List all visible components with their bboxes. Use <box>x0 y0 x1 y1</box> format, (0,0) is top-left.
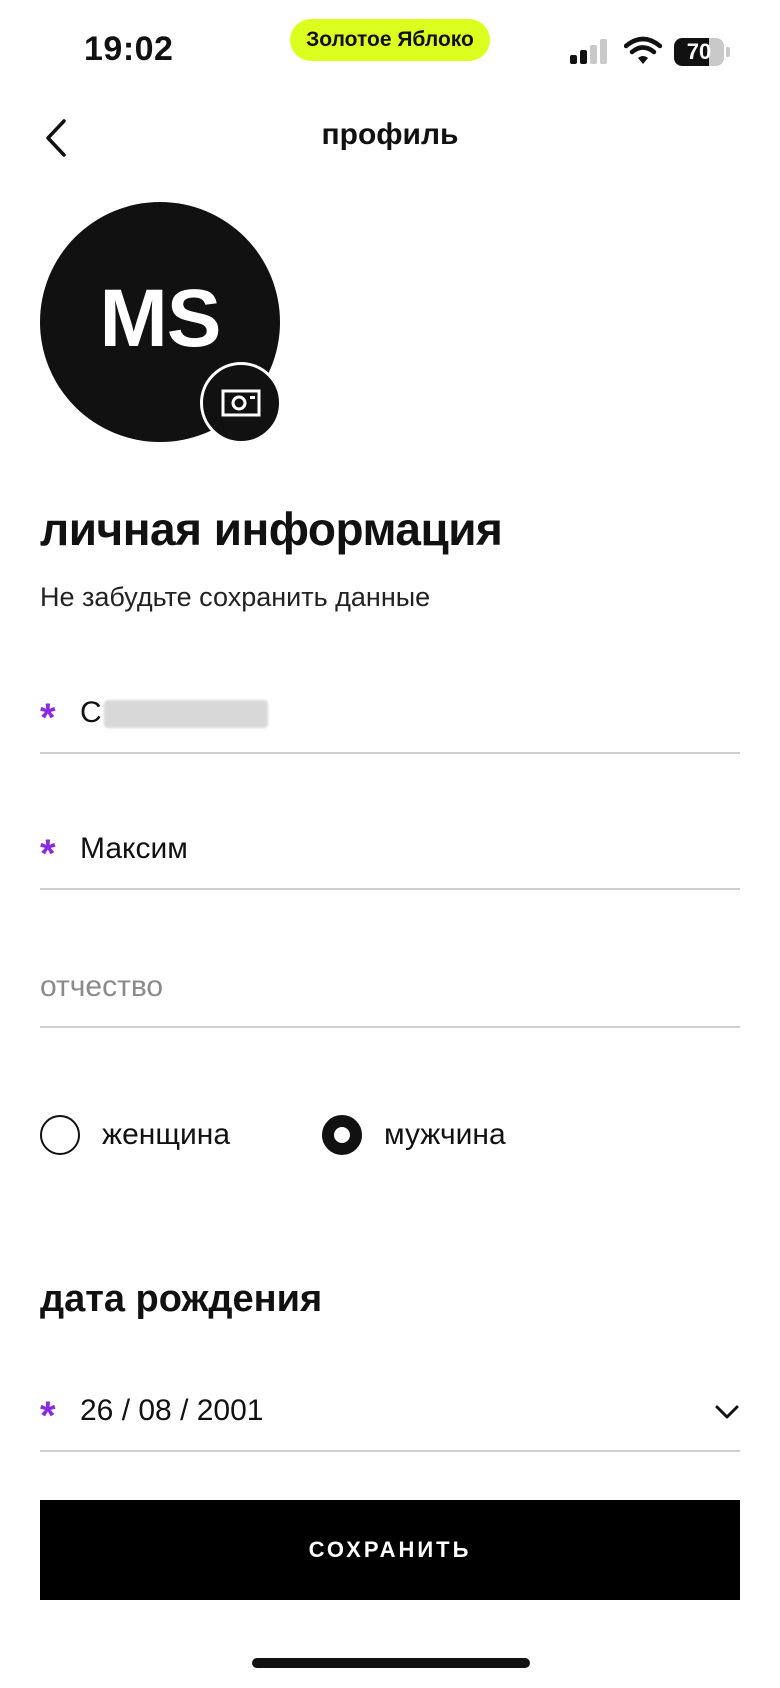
status-bar: 19:02 Золотое Яблоко 70 <box>0 0 780 100</box>
home-indicator <box>252 1658 530 1668</box>
wifi-icon <box>623 36 663 66</box>
app-indicator-pill[interactable]: Золотое Яблоко <box>290 19 490 61</box>
battery-icon: 70 <box>674 38 730 66</box>
required-marker: * <box>40 696 56 740</box>
last-name-value: С <box>80 696 268 730</box>
camera-icon <box>221 389 261 417</box>
avatar-initials: MS <box>99 273 222 364</box>
redacted-text <box>103 700 268 729</box>
section-title: личная информация <box>40 503 503 555</box>
gender-option-male[interactable]: мужчина <box>322 1114 506 1156</box>
first-name-field[interactable]: * Максим <box>40 810 740 890</box>
birth-date-title: дата рождения <box>40 1278 323 1320</box>
cellular-signal-icon <box>570 38 610 64</box>
patronymic-placeholder: отчество <box>40 970 164 1003</box>
first-name-value: Максим <box>80 832 188 865</box>
patronymic-field[interactable]: отчество <box>40 948 740 1028</box>
chevron-down-icon <box>715 1405 739 1419</box>
battery-level: 70 <box>686 39 712 64</box>
last-name-field[interactable]: * С <box>40 674 740 754</box>
page-title: профиль <box>321 118 459 151</box>
radio-label: женщина <box>102 1118 231 1151</box>
radio-button[interactable] <box>322 1115 362 1155</box>
radio-label: мужчина <box>384 1118 506 1151</box>
save-button[interactable]: СОХРАНИТЬ <box>40 1500 740 1600</box>
section-subtitle: Не забудьте сохранить данные <box>40 582 431 612</box>
status-time: 19:02 <box>84 30 174 68</box>
required-marker: * <box>40 832 56 876</box>
required-marker: * <box>40 1394 56 1438</box>
radio-button[interactable] <box>40 1115 80 1155</box>
birth-date-value: 26 / 08 / 2001 <box>80 1394 264 1427</box>
birth-date-select[interactable]: * 26 / 08 / 2001 <box>40 1372 740 1452</box>
gender-option-female[interactable]: женщина <box>40 1114 230 1156</box>
change-photo-button[interactable] <box>200 362 282 444</box>
